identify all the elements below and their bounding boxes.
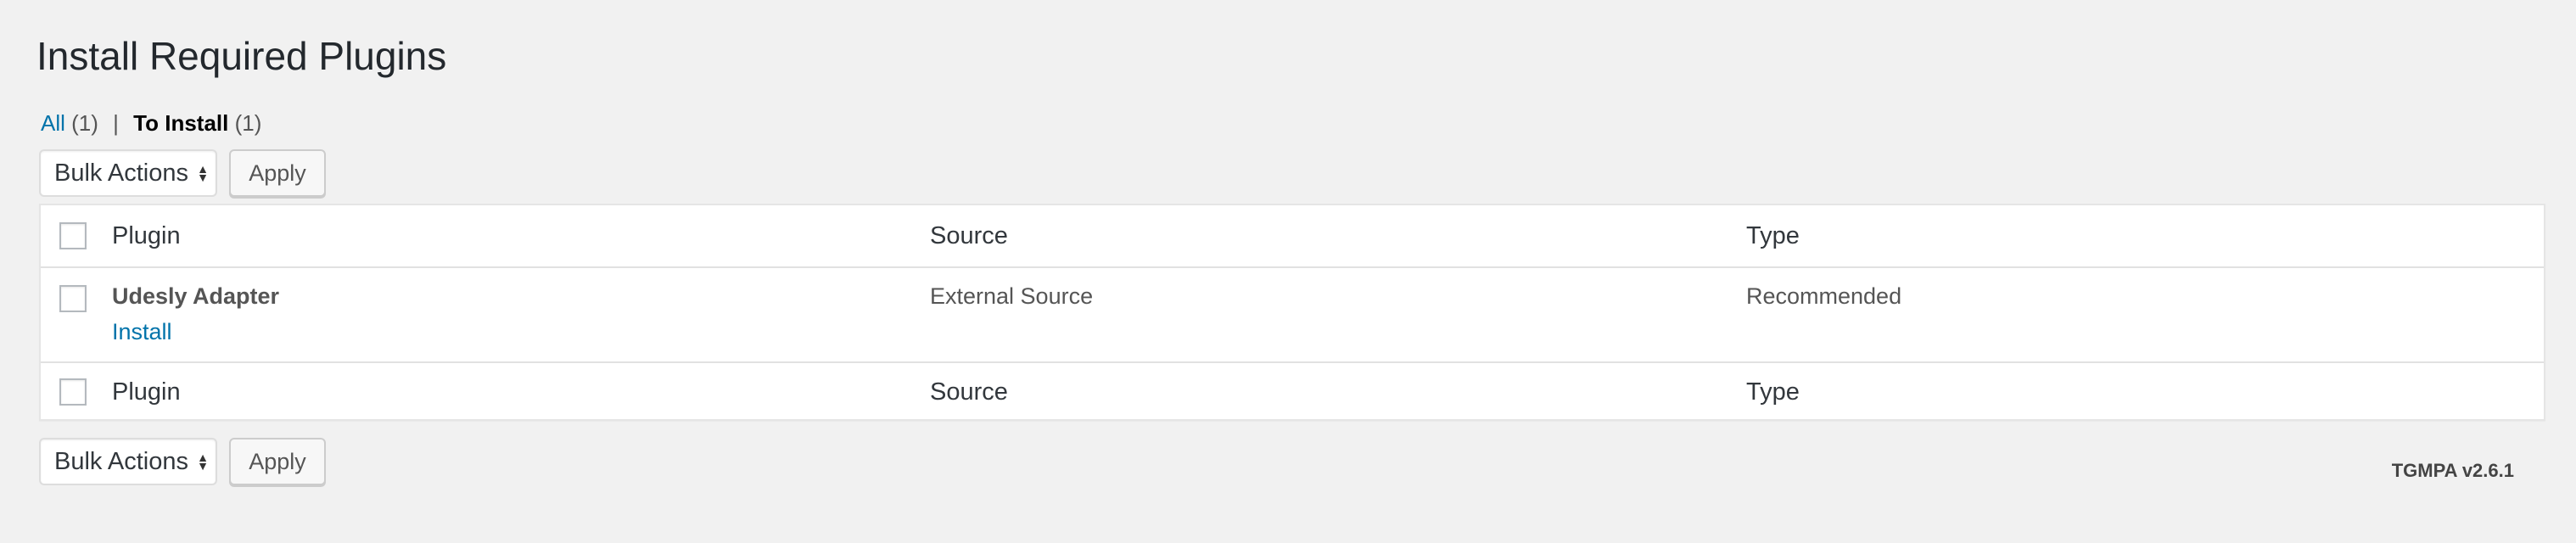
apply-button-bottom[interactable]: Apply [229, 438, 326, 485]
plugin-type: Recommended [1746, 283, 1902, 309]
view-filters: All (1) | To Install (1) [41, 109, 261, 137]
plugin-install-page: Install Required Plugins All (1) | To In… [0, 0, 2576, 543]
bulk-actions-select-bottom[interactable]: Bulk Actions ▲ ▼ [39, 438, 217, 485]
column-footer-type[interactable]: Type [1746, 377, 1800, 407]
bulk-actions-select-label: Bulk Actions [54, 159, 188, 187]
select-arrows-icon: ▲ ▼ [197, 451, 209, 473]
column-header-plugin[interactable]: Plugin [112, 221, 181, 251]
filter-separator: | [113, 110, 119, 136]
bulk-actions-top: Bulk Actions ▲ ▼ Apply [39, 149, 326, 197]
table-header-row: Plugin Source Type [41, 205, 2544, 268]
filter-to-install-count: (1) [234, 110, 262, 136]
column-footer-plugin[interactable]: Plugin [112, 377, 181, 407]
plugin-name: Udesly Adapter [112, 283, 280, 309]
filter-all-link[interactable]: All [41, 110, 65, 136]
column-footer-source[interactable]: Source [930, 377, 1008, 407]
plugins-table: Plugin Source Type Udesly Adapter Instal… [39, 204, 2545, 421]
page-title: Install Required Plugins [36, 34, 447, 78]
bulk-actions-select-top[interactable]: Bulk Actions ▲ ▼ [39, 149, 217, 197]
filter-to-install-link[interactable]: To Install [133, 110, 228, 136]
tgmpa-version: TGMPA v2.6.1 [2391, 460, 2514, 481]
install-link[interactable]: Install [112, 317, 172, 346]
column-header-type[interactable]: Type [1746, 221, 1800, 251]
bulk-actions-select-label: Bulk Actions [54, 447, 188, 475]
bulk-actions-bottom: Bulk Actions ▲ ▼ Apply [39, 438, 326, 485]
plugin-source: External Source [930, 283, 1094, 309]
apply-button-top[interactable]: Apply [229, 149, 326, 197]
table-footer-row: Plugin Source Type [41, 363, 2544, 421]
row-checkbox[interactable] [59, 285, 87, 312]
select-all-checkbox-top[interactable] [59, 222, 87, 249]
table-row: Udesly Adapter Install External Source R… [41, 266, 2544, 363]
column-header-source[interactable]: Source [930, 221, 1008, 251]
select-arrows-icon: ▲ ▼ [197, 162, 209, 184]
select-all-checkbox-bottom[interactable] [59, 378, 87, 406]
filter-all-count: (1) [71, 110, 98, 136]
